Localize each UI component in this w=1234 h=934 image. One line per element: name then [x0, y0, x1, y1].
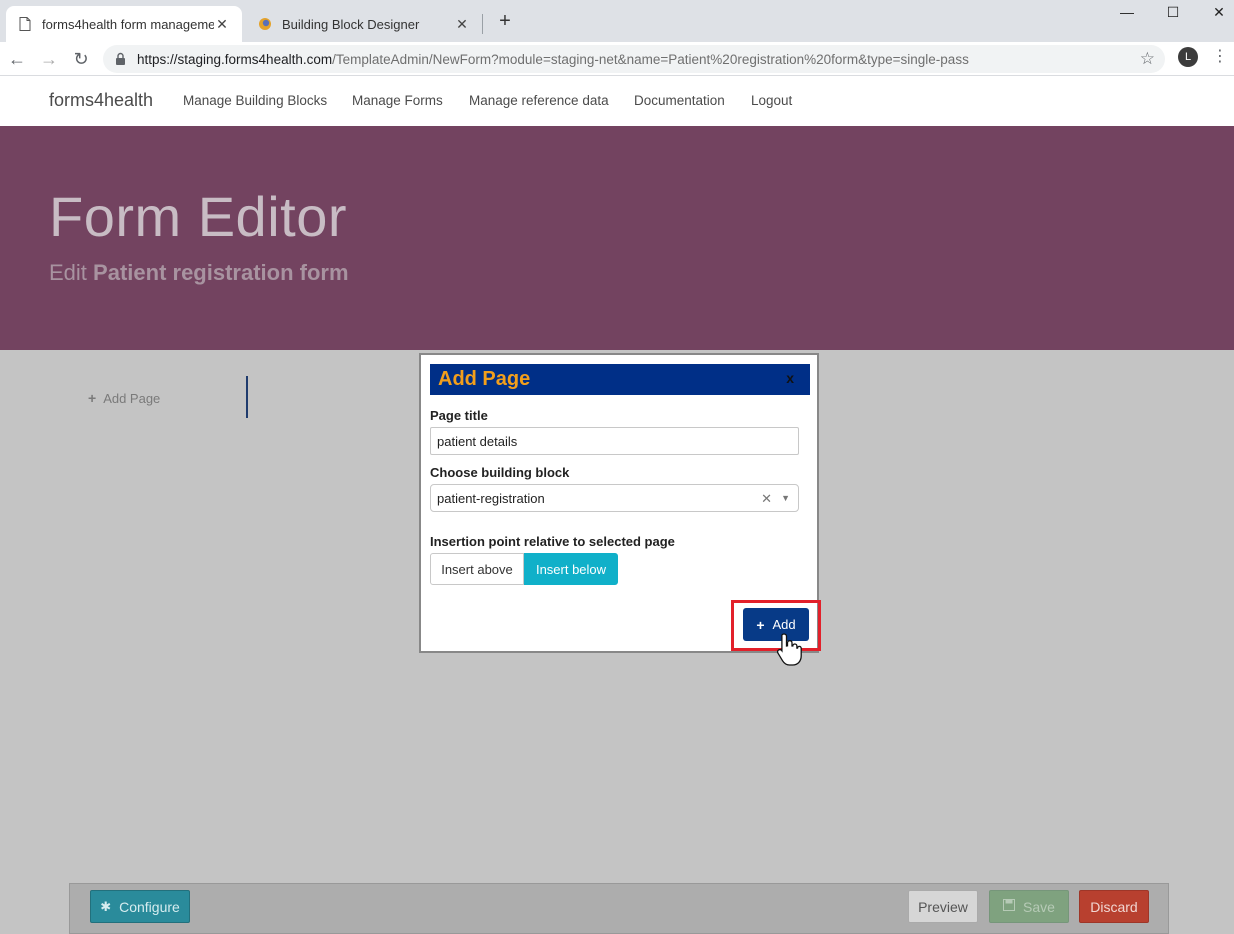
browser-menu-icon[interactable]: ⋮: [1212, 46, 1228, 68]
add-page-label: Add Page: [103, 390, 161, 406]
reload-icon[interactable]: ↻: [69, 47, 93, 71]
insert-above-button[interactable]: Insert above: [430, 553, 524, 585]
page-subtitle: Edit Patient registration form: [49, 260, 349, 286]
page-title-input[interactable]: patient details: [430, 427, 799, 455]
building-block-label: Choose building block: [430, 465, 570, 480]
url-path: /TemplateAdmin/NewForm?module=staging-ne…: [332, 51, 969, 67]
page-title-label: Page title: [430, 408, 488, 423]
configure-button[interactable]: ✱ Configure: [90, 890, 190, 923]
form-name: Patient registration form: [93, 260, 349, 285]
maximize-icon[interactable]: ☐: [1150, 0, 1196, 26]
nav-manage-building-blocks[interactable]: Manage Building Blocks: [183, 93, 327, 108]
tab-forms4health[interactable]: forms4health form management ✕: [6, 6, 242, 42]
close-tab-icon[interactable]: ✕: [454, 16, 470, 33]
dialog-title: Add Page: [438, 368, 531, 390]
brand-link[interactable]: forms4health: [49, 90, 153, 111]
save-label: Save: [1023, 898, 1055, 915]
browser-tab-bar: forms4health form management ✕ Building …: [0, 0, 1234, 42]
hand-pointer-icon: [776, 633, 802, 666]
gear-icon: ✱: [100, 898, 112, 914]
insertion-point-label: Insertion point relative to selected pag…: [430, 534, 675, 549]
profile-avatar[interactable]: L: [1178, 47, 1198, 67]
tab-separator: [482, 14, 483, 34]
preview-button[interactable]: Preview: [908, 890, 978, 923]
bookmark-star-icon[interactable]: ☆: [1140, 49, 1155, 69]
url-input[interactable]: https://staging.forms4health.com/Templat…: [103, 45, 1165, 73]
tab-building-block-designer[interactable]: Building Block Designer ✕: [246, 6, 482, 42]
dialog-close-button[interactable]: x: [786, 370, 794, 386]
back-arrow-icon[interactable]: ←: [5, 47, 29, 71]
bottom-toolbar: ✱ Configure Preview Save Discard: [69, 883, 1169, 934]
forward-arrow-icon[interactable]: →: [37, 47, 61, 71]
page-list-divider: [246, 376, 248, 418]
nav-documentation[interactable]: Documentation: [634, 93, 725, 108]
tab-title: forms4health form management: [42, 16, 214, 32]
building-block-select[interactable]: patient-registration ✕ ▼: [430, 484, 799, 512]
close-tab-icon[interactable]: ✕: [214, 16, 230, 33]
add-button-label: Add: [772, 617, 796, 632]
configure-label: Configure: [119, 898, 180, 915]
nav-manage-reference-data[interactable]: Manage reference data: [469, 93, 609, 108]
window-close-icon[interactable]: ✕: [1196, 0, 1234, 26]
plus-icon: +: [88, 390, 97, 406]
dialog-header: Add Page x: [430, 364, 810, 395]
dropdown-arrow-icon[interactable]: ▼: [781, 493, 790, 503]
discard-button[interactable]: Discard: [1079, 890, 1149, 923]
add-page-link[interactable]: + Add Page: [88, 390, 160, 406]
nav-logout[interactable]: Logout: [751, 93, 792, 108]
lock-icon: [115, 52, 127, 66]
tab-title: Building Block Designer: [282, 16, 420, 32]
address-bar: ← → ↻ https://staging.forms4health.com/T…: [0, 42, 1234, 76]
clear-selection-icon[interactable]: ✕: [761, 491, 772, 507]
insert-below-button[interactable]: Insert below: [524, 553, 618, 585]
minimize-icon[interactable]: —: [1104, 0, 1150, 26]
url-host: https://staging.forms4health.com: [137, 51, 333, 67]
designer-favicon-icon: [258, 17, 272, 31]
page-hero: Form Editor Edit Patient registration fo…: [0, 126, 1234, 350]
save-button[interactable]: Save: [989, 890, 1069, 923]
subtitle-prefix: Edit: [49, 260, 87, 285]
page-title: Form Editor: [49, 185, 347, 248]
plus-icon: +: [756, 616, 765, 633]
site-navbar: forms4health Manage Building Blocks Mana…: [0, 76, 1234, 126]
building-block-value: patient-registration: [437, 490, 545, 506]
nav-manage-forms[interactable]: Manage Forms: [352, 93, 443, 108]
floppy-disk-icon: [1003, 899, 1016, 914]
new-tab-icon[interactable]: +: [494, 10, 516, 32]
document-icon: [18, 17, 32, 31]
